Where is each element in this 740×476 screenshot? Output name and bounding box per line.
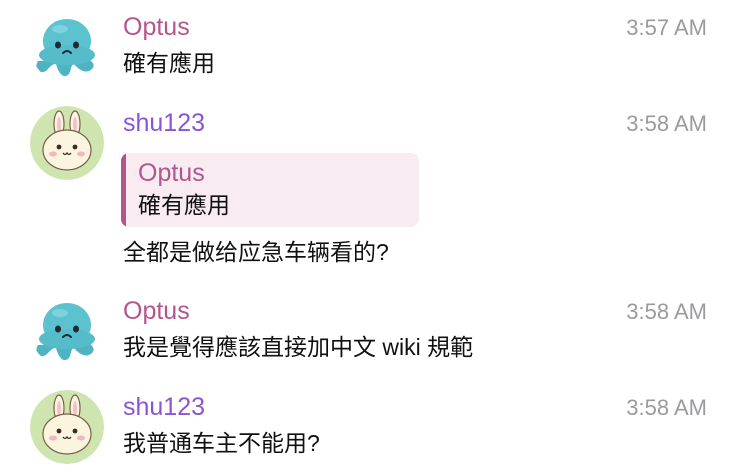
message-text: 我是覺得應該直接加中文 wiki 規範 <box>123 334 474 360</box>
timestamp: 3:58 AM <box>626 299 707 324</box>
quoted-sender: Optus <box>138 159 205 187</box>
timestamp: 3:58 AM <box>626 111 707 136</box>
timestamp: 3:57 AM <box>626 15 707 40</box>
bunny-character-icon[interactable] <box>30 106 104 180</box>
octopus-plush-icon[interactable] <box>30 293 104 367</box>
sender-name[interactable]: Optus <box>123 12 190 42</box>
quote-bar <box>121 153 126 227</box>
sender-name[interactable]: shu123 <box>123 108 205 138</box>
message-text: 確有應用 <box>123 50 215 76</box>
timestamp: 3:58 AM <box>626 395 707 420</box>
quoted-text: 確有應用 <box>138 192 230 218</box>
octopus-plush-icon[interactable] <box>30 9 104 83</box>
reply-quote[interactable]: Optus 確有應用 <box>121 153 419 227</box>
message-text: 我普通车主不能用? <box>123 430 320 456</box>
message-text: 全都是做给应急车辆看的? <box>123 239 389 265</box>
sender-name[interactable]: Optus <box>123 296 190 326</box>
sender-name[interactable]: shu123 <box>123 392 205 422</box>
bunny-character-icon[interactable] <box>30 390 104 464</box>
